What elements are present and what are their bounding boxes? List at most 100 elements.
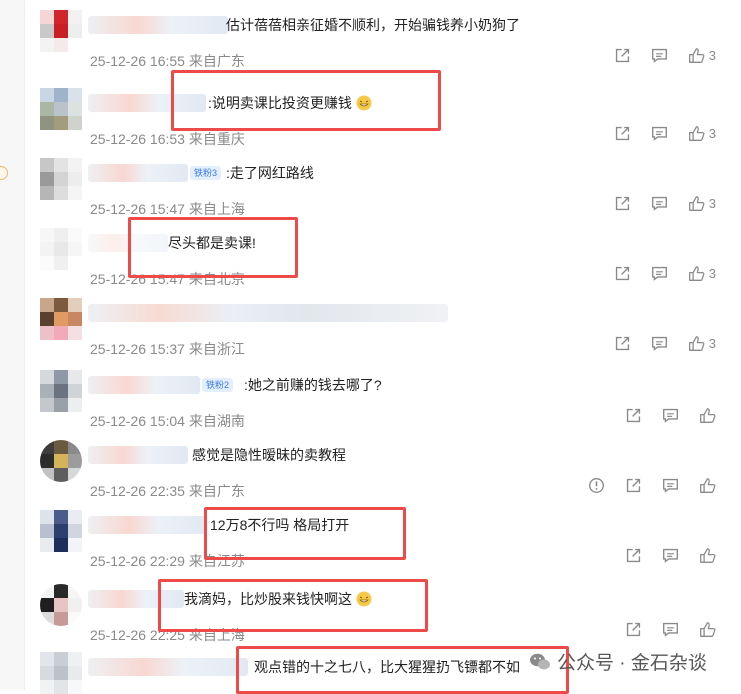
comment-item: 铁粉2 :她之前赚的钱去哪了? 25-12-26 15:04 来自湖南 <box>40 370 730 440</box>
share-button[interactable] <box>614 125 631 142</box>
like-button[interactable] <box>699 477 716 494</box>
highlight-box <box>128 217 298 278</box>
thumbs-up-icon <box>700 622 716 637</box>
comment-icon <box>651 266 667 281</box>
like-button[interactable]: 3 <box>688 335 716 352</box>
comment-text: 感觉是隐性暧昧的卖教程 <box>192 447 346 463</box>
comment-actions <box>625 547 716 564</box>
avatar[interactable] <box>40 510 82 552</box>
like-button[interactable]: 3 <box>688 195 716 212</box>
username-blurred[interactable] <box>88 376 200 394</box>
comment-button[interactable] <box>651 265 668 282</box>
comment-icon <box>651 336 667 351</box>
comment-actions <box>625 621 716 638</box>
comment-meta: 25-12-26 16:53 来自重庆 <box>90 131 245 147</box>
avatar[interactable] <box>40 158 82 200</box>
report-button[interactable] <box>588 477 605 494</box>
comment-icon <box>651 126 667 141</box>
comment-icon <box>651 48 667 63</box>
share-button[interactable] <box>614 265 631 282</box>
comment-button[interactable] <box>651 125 668 142</box>
share-button[interactable] <box>614 47 631 64</box>
avatar[interactable] <box>40 88 82 130</box>
left-rail <box>0 0 25 690</box>
share-button[interactable] <box>614 195 631 212</box>
highlight-box <box>171 70 441 131</box>
comment-meta: 25-12-26 15:47 来自上海 <box>90 201 245 217</box>
share-icon <box>626 408 641 423</box>
comment-text: 估计蓓蓓相亲征婚不顺利，开始骗钱养小奶狗了 <box>226 17 520 33</box>
username-blurred[interactable] <box>88 164 188 182</box>
comment-icon <box>663 548 678 563</box>
fan-badge: 铁粉3 <box>190 166 222 180</box>
rail-indicator <box>0 166 8 180</box>
username-blurred[interactable] <box>88 16 228 34</box>
share-button[interactable] <box>625 407 642 424</box>
avatar[interactable] <box>40 440 82 482</box>
comment-icon <box>651 196 667 211</box>
share-icon <box>626 478 641 493</box>
share-icon <box>615 126 629 141</box>
comment-actions: 3 <box>614 195 716 212</box>
comment-button[interactable] <box>662 621 679 638</box>
thumbs-up-icon <box>688 126 705 141</box>
thumbs-up-icon <box>700 408 716 423</box>
share-button[interactable] <box>614 335 631 352</box>
username-blurred[interactable] <box>88 304 448 322</box>
comment-meta: 25-12-26 22:35 来自广东 <box>90 483 245 499</box>
comment-item: 25-12-26 15:37 来自浙江 3 <box>40 298 730 368</box>
avatar[interactable] <box>40 370 82 412</box>
comment-icon <box>663 622 678 637</box>
highlight-box <box>236 646 569 694</box>
comment-button[interactable] <box>651 335 668 352</box>
comment-meta: 25-12-26 16:55 来自广东 <box>90 53 245 69</box>
share-button[interactable] <box>625 621 642 638</box>
like-button[interactable] <box>699 407 716 424</box>
avatar[interactable] <box>40 228 82 270</box>
comment-actions <box>625 407 716 424</box>
share-icon <box>626 548 641 563</box>
username-blurred[interactable] <box>88 446 188 464</box>
comment-button[interactable] <box>662 407 679 424</box>
thumbs-up-icon <box>688 196 705 211</box>
thumbs-up-icon <box>700 478 716 493</box>
thumbs-up-icon <box>688 266 705 281</box>
fan-badge: 铁粉2 <box>202 378 234 392</box>
report-icon <box>589 478 604 493</box>
comment-meta: 25-12-26 15:04 来自湖南 <box>90 413 245 429</box>
like-button[interactable]: 3 <box>688 265 716 282</box>
comment-button[interactable] <box>651 195 668 212</box>
share-icon <box>615 48 629 63</box>
avatar[interactable] <box>40 584 82 626</box>
username-blurred[interactable] <box>88 516 206 534</box>
avatar[interactable] <box>40 298 82 340</box>
share-icon <box>626 622 641 637</box>
highlight-box <box>204 507 406 560</box>
comment-button[interactable] <box>662 547 679 564</box>
comment-button[interactable] <box>651 47 668 64</box>
thumbs-up-icon <box>688 48 705 63</box>
comment-meta: 25-12-26 15:37 来自浙江 <box>90 341 245 357</box>
comment-icon <box>663 408 678 423</box>
share-button[interactable] <box>625 477 642 494</box>
share-icon <box>615 266 629 281</box>
watermark: 公众号 · 金石杂谈 <box>529 648 707 675</box>
like-button[interactable]: 3 <box>688 125 716 142</box>
username-blurred[interactable] <box>88 658 248 676</box>
comment-actions <box>588 477 716 494</box>
comment-icon <box>663 478 678 493</box>
comment-button[interactable] <box>662 477 679 494</box>
share-button[interactable] <box>625 547 642 564</box>
thumbs-up-icon <box>688 336 705 351</box>
wechat-icon <box>530 653 550 669</box>
like-button[interactable] <box>699 621 716 638</box>
highlight-box <box>158 579 428 632</box>
avatar[interactable] <box>40 652 82 694</box>
comment-actions: 3 <box>614 335 716 352</box>
share-icon <box>615 196 629 211</box>
like-button[interactable] <box>699 547 716 564</box>
thumbs-up-icon <box>700 548 716 563</box>
comment-actions: 3 <box>614 125 716 142</box>
like-button[interactable]: 3 <box>688 47 716 64</box>
avatar[interactable] <box>40 10 82 52</box>
